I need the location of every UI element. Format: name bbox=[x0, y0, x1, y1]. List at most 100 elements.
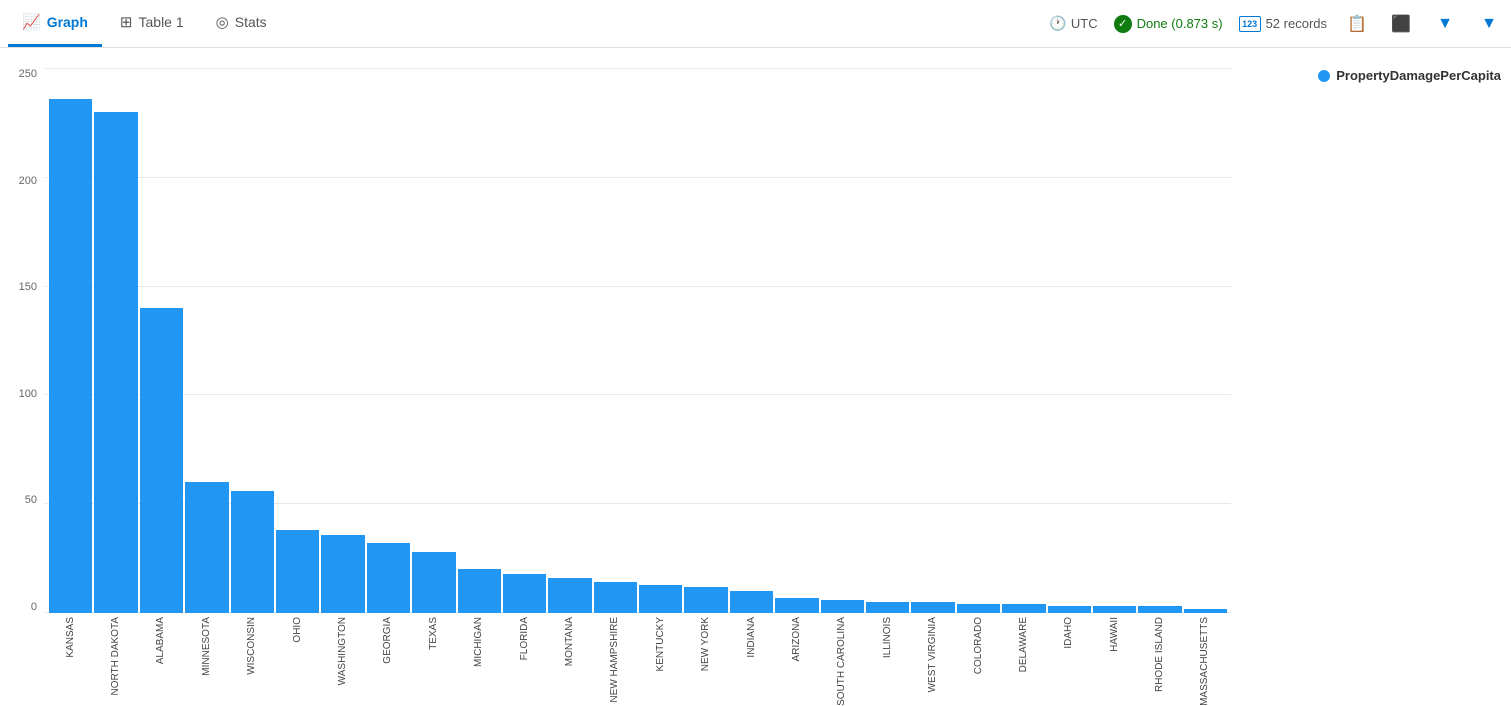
x-label: ALABAMA bbox=[156, 617, 166, 664]
y-axis-label: 0 bbox=[31, 601, 37, 613]
bar-wrapper[interactable] bbox=[911, 68, 954, 613]
bar-wrapper[interactable] bbox=[1184, 68, 1227, 613]
bars-area bbox=[45, 68, 1231, 613]
chart-inner: PropertyDamagePerCapita KANSAS NORTH DAKO… bbox=[45, 68, 1511, 693]
x-label-wrapper: SOUTH CAROLINA bbox=[821, 613, 864, 706]
utc-badge[interactable]: 🕐 UTC bbox=[1049, 15, 1097, 32]
utc-label: UTC bbox=[1071, 16, 1098, 31]
bar-wrapper[interactable] bbox=[684, 68, 727, 613]
table-icon: ⊞ bbox=[120, 13, 133, 31]
bar bbox=[594, 582, 637, 613]
x-label-wrapper: COLORADO bbox=[957, 613, 1000, 674]
bar-wrapper[interactable] bbox=[1093, 68, 1136, 613]
x-label: IDAHO bbox=[1064, 617, 1074, 649]
bar bbox=[412, 552, 455, 613]
x-label-wrapper: ILLINOIS bbox=[866, 613, 909, 658]
tab-stats[interactable]: ◎ Stats bbox=[202, 0, 281, 47]
tab-graph[interactable]: 📈 Graph bbox=[8, 0, 102, 47]
stats-icon: ◎ bbox=[216, 13, 229, 31]
bar-wrapper[interactable] bbox=[185, 68, 228, 613]
x-label-wrapper: MASSACHUSETTS bbox=[1184, 613, 1227, 706]
x-label: TEXAS bbox=[429, 617, 439, 650]
x-label: ILLINOIS bbox=[883, 617, 893, 658]
x-label-wrapper: NEW HAMPSHIRE bbox=[594, 613, 637, 703]
legend: PropertyDamagePerCapita bbox=[1318, 68, 1501, 83]
records-badge: 123 52 records bbox=[1239, 16, 1327, 32]
bar bbox=[775, 598, 818, 613]
bar-wrapper[interactable] bbox=[367, 68, 410, 613]
bar-wrapper[interactable] bbox=[775, 68, 818, 613]
copy-button[interactable]: 📋 bbox=[1343, 10, 1371, 38]
bar-wrapper[interactable] bbox=[231, 68, 274, 613]
x-label: WEST VIRGINIA bbox=[928, 617, 938, 692]
x-labels: KANSASNORTH DAKOTAALABAMAMINNESOTAWISCON… bbox=[45, 613, 1231, 693]
x-label: KENTUCKY bbox=[656, 617, 666, 671]
toolbar-right: 🕐 UTC ✓ Done (0.873 s) 123 52 records 📋 … bbox=[1049, 10, 1503, 38]
bar-wrapper[interactable] bbox=[140, 68, 183, 613]
bar bbox=[639, 585, 682, 613]
bar bbox=[730, 591, 773, 613]
bar-wrapper[interactable] bbox=[594, 68, 637, 613]
bar-wrapper[interactable] bbox=[1138, 68, 1181, 613]
done-badge: ✓ Done (0.873 s) bbox=[1114, 15, 1223, 33]
x-label-wrapper: WASHINGTON bbox=[321, 613, 364, 685]
bar-wrapper[interactable] bbox=[503, 68, 546, 613]
bar-wrapper[interactable] bbox=[548, 68, 591, 613]
export-button[interactable]: ⬛ bbox=[1387, 10, 1415, 38]
x-label: COLORADO bbox=[974, 617, 984, 674]
bar-wrapper[interactable] bbox=[321, 68, 364, 613]
bar-wrapper[interactable] bbox=[957, 68, 1000, 613]
x-label-wrapper: ARIZONA bbox=[775, 613, 818, 661]
more-button[interactable]: ▼ bbox=[1475, 10, 1503, 38]
x-label: NEW HAMPSHIRE bbox=[610, 617, 620, 703]
bar-wrapper[interactable] bbox=[1048, 68, 1091, 613]
bar-wrapper[interactable] bbox=[49, 68, 92, 613]
x-label: RHODE ISLAND bbox=[1155, 617, 1165, 692]
tab-graph-label: Graph bbox=[47, 14, 88, 30]
x-label: GEORGIA bbox=[383, 617, 393, 664]
chart-container: 250200150100500 PropertyDamagePerCapita … bbox=[0, 48, 1511, 693]
bar-wrapper[interactable] bbox=[866, 68, 909, 613]
tab-table-label: Table 1 bbox=[139, 14, 184, 30]
bar bbox=[1002, 604, 1045, 613]
x-label: FLORIDA bbox=[520, 617, 530, 660]
x-label: INDIANA bbox=[747, 617, 757, 658]
x-label-wrapper: MICHIGAN bbox=[458, 613, 501, 667]
x-label: HAWAII bbox=[1110, 617, 1120, 652]
bar bbox=[185, 482, 228, 613]
bar bbox=[458, 569, 501, 613]
bar-wrapper[interactable] bbox=[821, 68, 864, 613]
bar bbox=[866, 602, 909, 613]
x-label-wrapper: NORTH DAKOTA bbox=[94, 613, 137, 696]
x-label-wrapper: WISCONSIN bbox=[231, 613, 274, 675]
bar-wrapper[interactable] bbox=[730, 68, 773, 613]
x-label: MONTANA bbox=[565, 617, 575, 666]
bar-wrapper[interactable] bbox=[1002, 68, 1045, 613]
records-icon: 123 bbox=[1239, 16, 1261, 32]
x-label-wrapper: IDAHO bbox=[1048, 613, 1091, 649]
bar bbox=[957, 604, 1000, 613]
bar-wrapper[interactable] bbox=[412, 68, 455, 613]
x-label: NORTH DAKOTA bbox=[111, 617, 121, 696]
y-axis-label: 250 bbox=[19, 68, 37, 80]
tab-table[interactable]: ⊞ Table 1 bbox=[106, 0, 198, 47]
x-label: WASHINGTON bbox=[338, 617, 348, 685]
x-label-wrapper: OHIO bbox=[276, 613, 319, 643]
bar bbox=[276, 530, 319, 613]
bar-wrapper[interactable] bbox=[94, 68, 137, 613]
bar bbox=[684, 587, 727, 613]
bar-wrapper[interactable] bbox=[458, 68, 501, 613]
bar bbox=[911, 602, 954, 613]
bar bbox=[548, 578, 591, 613]
x-label-wrapper: DELAWARE bbox=[1002, 613, 1045, 672]
bar-wrapper[interactable] bbox=[639, 68, 682, 613]
toolbar: 📈 Graph ⊞ Table 1 ◎ Stats 🕐 UTC ✓ Done (… bbox=[0, 0, 1511, 48]
legend-label: PropertyDamagePerCapita bbox=[1336, 68, 1501, 83]
bar bbox=[49, 99, 92, 613]
expand-button[interactable]: ▼ bbox=[1431, 10, 1459, 38]
x-label-wrapper: WEST VIRGINIA bbox=[911, 613, 954, 692]
x-label: DELAWARE bbox=[1019, 617, 1029, 672]
x-label-wrapper: KANSAS bbox=[49, 613, 92, 658]
tab-stats-label: Stats bbox=[235, 14, 267, 30]
bar-wrapper[interactable] bbox=[276, 68, 319, 613]
